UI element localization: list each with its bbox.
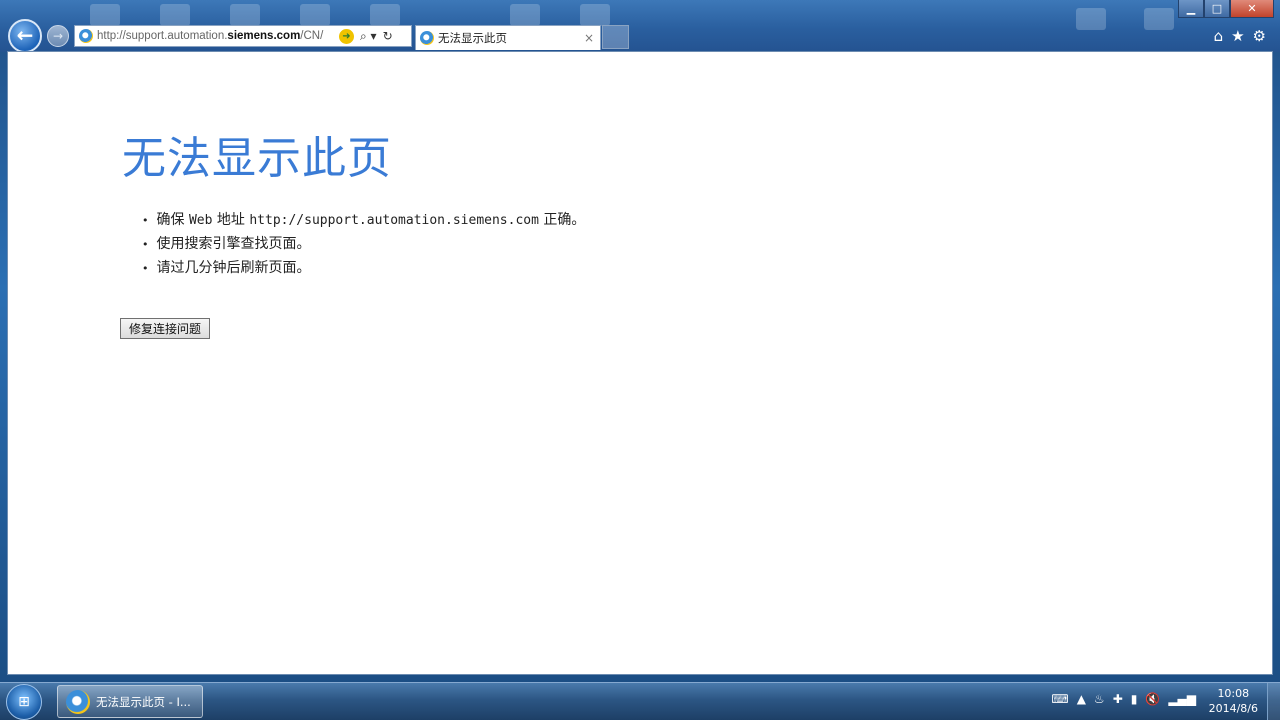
taskbar-item-label: 无法显示此页 - I... <box>96 694 191 709</box>
gear-icon[interactable]: ⚙ <box>1253 27 1266 45</box>
system-tray: ⌨ ▲ ♨ ✚ ▮ 🔇 ▂▄▆ <box>1051 692 1196 706</box>
list-item: 确保 Web 地址 http://support.automation.siem… <box>142 208 586 232</box>
desktop-icon <box>1076 8 1106 30</box>
clock-time: 10:08 <box>1217 687 1250 700</box>
url-text[interactable]: http://support.automation.siemens.com/CN… <box>97 30 337 42</box>
browser-title-bar: ▁ □ ✕ ← → http://support.automation.siem… <box>0 0 1280 53</box>
window-controls: ▁ □ ✕ <box>1178 0 1274 18</box>
search-dropdown-button[interactable]: ⌕ ▾ <box>360 29 377 44</box>
desktop-icon <box>510 4 540 26</box>
desktop-icon <box>580 4 610 26</box>
minimize-button[interactable]: ▁ <box>1178 0 1204 18</box>
forward-button[interactable]: → <box>47 25 69 47</box>
toolbar-right: ⌂ ★ ⚙ <box>1214 27 1266 45</box>
show-desktop-button[interactable] <box>1267 683 1280 720</box>
keyboard-icon[interactable]: ⌨ <box>1051 692 1068 706</box>
volume-muted-icon[interactable]: 🔇 <box>1145 692 1160 706</box>
start-button[interactable]: ⊞ <box>6 684 42 720</box>
desktop-icon <box>230 4 260 26</box>
refresh-button[interactable]: ↻ <box>383 29 393 43</box>
maximize-button[interactable]: □ <box>1204 0 1230 18</box>
tray-expand-icon[interactable]: ▲ <box>1077 692 1086 706</box>
desktop-icon <box>300 4 330 26</box>
tray-app-icon[interactable]: ♨ <box>1094 692 1105 706</box>
desktop-icon <box>370 4 400 26</box>
taskbar-item-ie[interactable]: 无法显示此页 - I... <box>57 685 203 718</box>
url-reference: http://support.automation.siemens.com <box>249 213 539 228</box>
ie-icon <box>66 689 90 714</box>
list-item: 使用搜索引擎查找页面。 <box>142 232 585 256</box>
new-tab-button[interactable] <box>602 25 629 49</box>
desktop-icon <box>90 4 120 26</box>
network-signal-icon[interactable]: ▂▄▆ <box>1168 692 1196 706</box>
page-content: 无法显示此页 确保 Web 地址 http://support.automati… <box>7 51 1273 675</box>
page-title: 无法显示此页 <box>122 133 392 184</box>
star-icon[interactable]: ★ <box>1231 27 1244 45</box>
fix-connection-button[interactable]: 修复连接问题 <box>120 318 211 339</box>
back-button[interactable]: ← <box>8 19 42 53</box>
list-item: 请过几分钟后刷新页面。 <box>142 256 585 280</box>
address-bar[interactable]: http://support.automation.siemens.com/CN… <box>74 25 412 47</box>
windows-logo-icon: ⊞ <box>18 694 30 710</box>
tab-title: 无法显示此页 <box>438 31 507 45</box>
desktop-icon <box>160 4 190 26</box>
home-icon[interactable]: ⌂ <box>1214 27 1224 45</box>
tray-app-icon[interactable]: ✚ <box>1113 692 1123 706</box>
arrow-right-icon: → <box>52 29 64 43</box>
clock-date: 2014/8/6 <box>1208 702 1258 715</box>
desktop-icon <box>1144 8 1174 30</box>
suggestion-list: 确保 Web 地址 http://support.automation.siem… <box>142 208 586 280</box>
ie-tab-icon <box>420 31 434 45</box>
clock[interactable]: 10:08 2014/8/6 <box>1209 686 1258 716</box>
compatibility-view-icon[interactable]: ➜ <box>339 28 354 44</box>
arrow-left-icon: ← <box>16 23 34 47</box>
tab-active[interactable]: 无法显示此页 × <box>415 25 601 50</box>
tab-close-icon[interactable]: × <box>584 31 594 45</box>
taskbar: ⊞ 无法显示此页 - I... ⌨ ▲ ♨ ✚ ▮ 🔇 ▂▄▆ 10:08 20… <box>0 682 1280 720</box>
close-window-button[interactable]: ✕ <box>1230 0 1274 18</box>
ie-page-icon <box>79 29 93 43</box>
power-icon[interactable]: ▮ <box>1131 692 1138 706</box>
